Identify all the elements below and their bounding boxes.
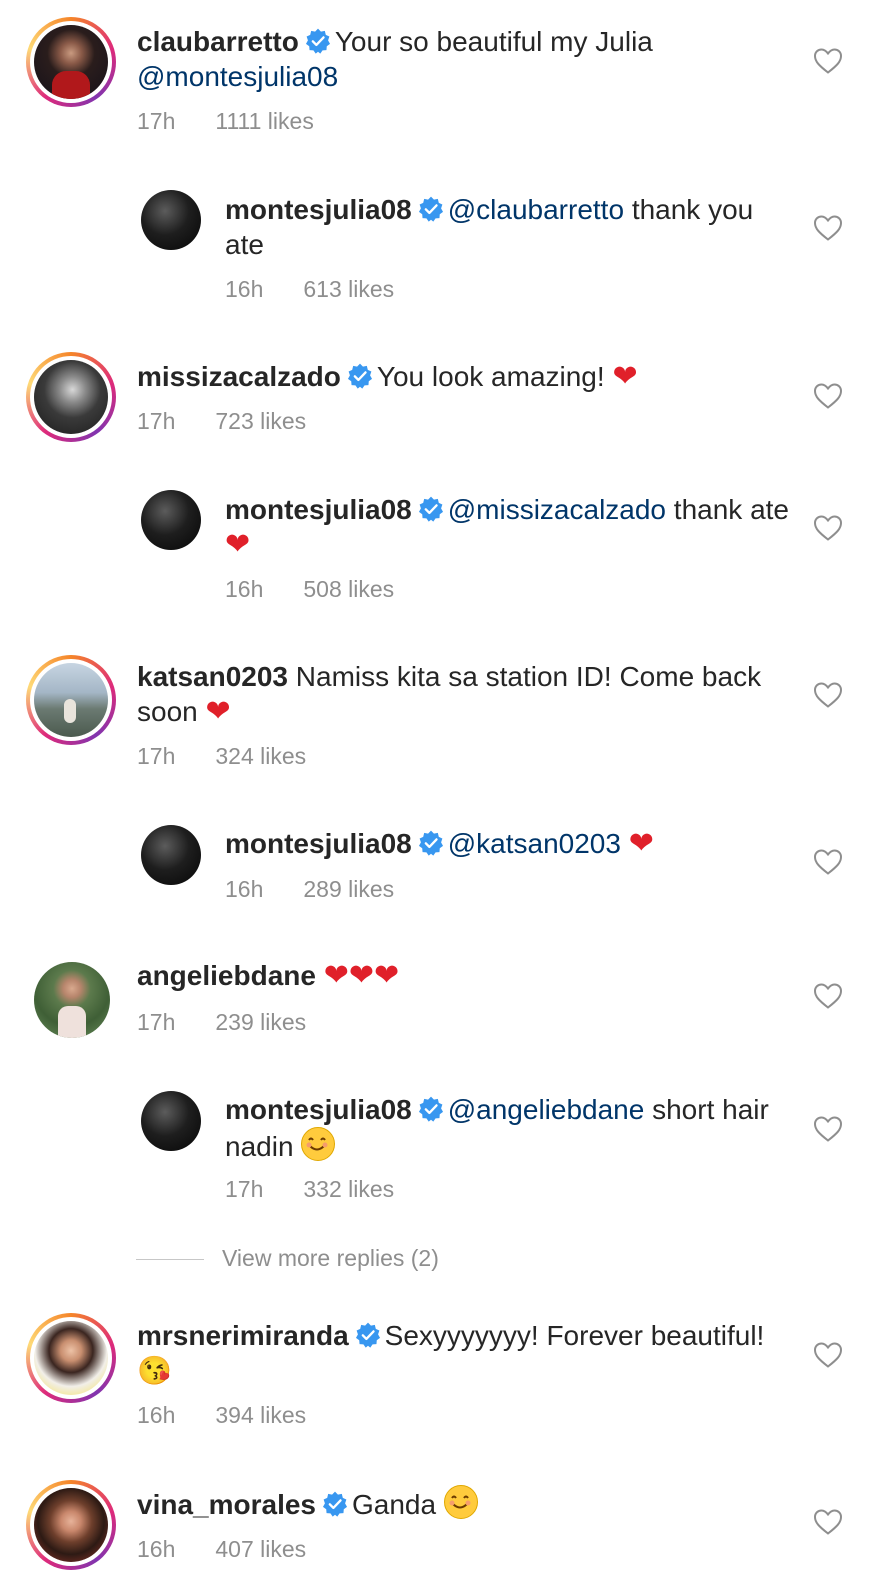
comment-meta: 16h 613 likes bbox=[225, 276, 394, 303]
comment-text: mrsnerimiranda Sexyyyyyyy! Forever beauti… bbox=[137, 1318, 787, 1388]
comment-time: 17h bbox=[137, 743, 176, 769]
comment-likes[interactable]: 394 likes bbox=[215, 1402, 306, 1428]
comment-text: angeliebdane ❤❤❤ bbox=[137, 958, 787, 993]
comment-username[interactable]: angeliebdane bbox=[137, 960, 316, 991]
heart-outline-icon[interactable] bbox=[813, 214, 843, 242]
comment-username[interactable]: missizacalzado bbox=[137, 361, 341, 392]
comment-time: 17h bbox=[225, 1176, 264, 1202]
three-hearts-emoji-icon: ❤❤❤ bbox=[323, 959, 400, 992]
smiling-face-emoji-icon bbox=[301, 1127, 336, 1161]
heart-outline-icon[interactable] bbox=[813, 982, 843, 1010]
comment-likes[interactable]: 239 likes bbox=[215, 1009, 306, 1035]
comment-likes[interactable]: 1111 likes bbox=[215, 108, 313, 134]
heart-outline-icon[interactable] bbox=[813, 382, 843, 410]
mention-link[interactable]: @montesjulia08 bbox=[137, 61, 338, 92]
comment-time: 16h bbox=[225, 576, 264, 602]
heart-outline-icon[interactable] bbox=[813, 1115, 843, 1143]
comment-body: thank ate bbox=[673, 494, 789, 525]
comment-time: 16h bbox=[225, 876, 264, 902]
comment-time: 17h bbox=[137, 408, 176, 434]
comment-meta: 17h 239 likes bbox=[137, 1009, 306, 1036]
verified-badge-icon bbox=[355, 1322, 381, 1348]
comment-time: 17h bbox=[137, 108, 176, 134]
comment-meta: 16h 508 likes bbox=[225, 576, 394, 603]
avatar[interactable] bbox=[26, 352, 116, 442]
comment-likes[interactable]: 723 likes bbox=[215, 408, 306, 434]
comment-time: 16h bbox=[137, 1536, 176, 1562]
comment-likes[interactable]: 613 likes bbox=[303, 276, 394, 302]
comment-text: missizacalzado You look amazing! ❤ bbox=[137, 359, 787, 394]
verified-badge-icon bbox=[418, 830, 444, 856]
comment-text: claubarretto Your so beautiful my Julia @m… bbox=[137, 24, 787, 94]
comment-text: vina_morales Ganda bbox=[137, 1485, 787, 1522]
comment-meta: 16h 289 likes bbox=[225, 876, 394, 903]
avatar[interactable] bbox=[34, 962, 110, 1038]
comment-username[interactable]: montesjulia08 bbox=[225, 494, 412, 525]
comment-meta: 17h 1111 likes bbox=[137, 108, 314, 135]
heart-emoji-icon: ❤ bbox=[225, 528, 251, 561]
comment-body: You look amazing! bbox=[376, 361, 605, 392]
comment-likes[interactable]: 324 likes bbox=[215, 743, 306, 769]
avatar[interactable] bbox=[141, 490, 201, 550]
avatar[interactable] bbox=[26, 17, 116, 107]
heart-outline-icon[interactable] bbox=[813, 1341, 843, 1369]
mention-link[interactable]: @missizacalzado bbox=[448, 494, 666, 525]
comment-username[interactable]: katsan0203 bbox=[137, 661, 288, 692]
verified-badge-icon bbox=[347, 363, 373, 389]
comment-username[interactable]: claubarretto bbox=[137, 26, 299, 57]
heart-emoji-icon: ❤ bbox=[612, 360, 638, 393]
mention-link[interactable]: @claubarretto bbox=[448, 194, 624, 225]
comment-meta: 17h 723 likes bbox=[137, 408, 306, 435]
avatar[interactable] bbox=[141, 825, 201, 885]
avatar[interactable] bbox=[26, 655, 116, 745]
comment-time: 17h bbox=[137, 1009, 176, 1035]
heart-emoji-icon: ❤ bbox=[628, 827, 654, 860]
avatar[interactable] bbox=[141, 190, 201, 250]
heart-outline-icon[interactable] bbox=[813, 1508, 843, 1536]
verified-badge-icon bbox=[418, 496, 444, 522]
face-blowing-kiss-emoji-icon: 😘 bbox=[137, 1355, 172, 1386]
comment-meta: 17h 332 likes bbox=[225, 1176, 394, 1203]
avatar[interactable] bbox=[26, 1313, 116, 1403]
comment-likes[interactable]: 332 likes bbox=[303, 1176, 394, 1202]
verified-badge-icon bbox=[418, 196, 444, 222]
mention-link[interactable]: @katsan0203 bbox=[448, 828, 621, 859]
comment-body: Sexyyyyyyy! Forever beautiful! bbox=[384, 1320, 765, 1351]
comment-meta: 16h 394 likes bbox=[137, 1402, 306, 1429]
avatar[interactable] bbox=[26, 1480, 116, 1570]
smiling-face-emoji-icon bbox=[443, 1485, 478, 1519]
reply-text: montesjulia08 @angeliebdane short hair na… bbox=[225, 1092, 795, 1164]
view-more-label: View more replies (2) bbox=[222, 1245, 439, 1271]
heart-emoji-icon: ❤ bbox=[205, 695, 231, 728]
verified-badge-icon bbox=[418, 1096, 444, 1122]
reply-text: montesjulia08 @missizacalzado thank ate ❤ bbox=[225, 492, 795, 562]
reply-text: montesjulia08 @katsan0203 ❤ bbox=[225, 826, 795, 861]
comment-likes[interactable]: 407 likes bbox=[215, 1536, 306, 1562]
reply-text: montesjulia08 @claubarretto thank you ate bbox=[225, 192, 795, 262]
comment-body: Your so beautiful my Julia bbox=[334, 26, 653, 57]
heart-outline-icon[interactable] bbox=[813, 514, 843, 542]
comment-text: katsan0203 Namiss kita sa station ID! Co… bbox=[137, 659, 787, 729]
heart-outline-icon[interactable] bbox=[813, 848, 843, 876]
comment-username[interactable]: montesjulia08 bbox=[225, 1094, 412, 1125]
comment-body: Ganda bbox=[352, 1489, 437, 1520]
comment-time: 16h bbox=[225, 276, 264, 302]
comment-meta: 16h 407 likes bbox=[137, 1536, 306, 1563]
heart-outline-icon[interactable] bbox=[813, 681, 843, 709]
avatar[interactable] bbox=[141, 1091, 201, 1151]
comment-meta: 17h 324 likes bbox=[137, 743, 306, 770]
comment-username[interactable]: montesjulia08 bbox=[225, 194, 412, 225]
divider-line bbox=[136, 1259, 204, 1261]
comment-username[interactable]: montesjulia08 bbox=[225, 828, 412, 859]
heart-outline-icon[interactable] bbox=[813, 47, 843, 75]
verified-badge-icon bbox=[322, 1491, 348, 1517]
comment-username[interactable]: vina_morales bbox=[137, 1489, 316, 1520]
view-more-replies-button[interactable]: View more replies (2) bbox=[136, 1245, 439, 1272]
comment-likes[interactable]: 289 likes bbox=[303, 876, 394, 902]
comment-username[interactable]: mrsnerimiranda bbox=[137, 1320, 349, 1351]
mention-link[interactable]: @angeliebdane bbox=[448, 1094, 645, 1125]
comment-time: 16h bbox=[137, 1402, 176, 1428]
comment-likes[interactable]: 508 likes bbox=[303, 576, 394, 602]
verified-badge-icon bbox=[305, 28, 331, 54]
